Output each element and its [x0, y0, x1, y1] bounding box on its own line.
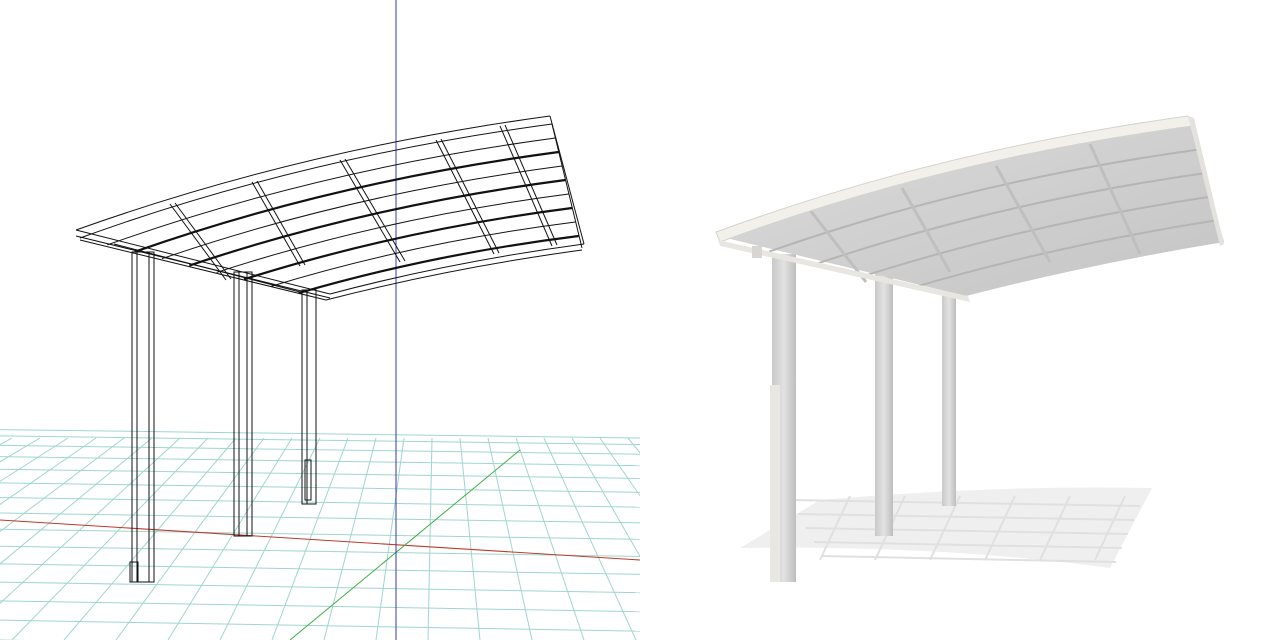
render-post-rear: [942, 290, 956, 506]
render-post-middle: [875, 272, 893, 536]
wireframe-canvas[interactable]: [0, 0, 640, 640]
y-axis-line: [289, 449, 521, 640]
post-front-middle: [233, 271, 253, 537]
grid-line: [459, 437, 481, 640]
ground-grid: [0, 429, 640, 640]
grid-line: [0, 437, 153, 565]
grid-line: [0, 437, 97, 506]
render-canvas[interactable]: [640, 0, 1280, 640]
grid-line: [0, 581, 640, 594]
grid-line: [115, 437, 265, 640]
roof-rafter: [435, 139, 495, 255]
roof-rafter: [499, 125, 553, 247]
roof-rafter: [440, 138, 500, 254]
grid-line: [0, 545, 640, 557]
shaded-render-viewport[interactable]: [640, 0, 1280, 640]
grid-line: [0, 444, 640, 455]
roof-rafter: [504, 124, 558, 246]
wireframe-viewport[interactable]: [0, 0, 640, 640]
grid-line: [63, 437, 237, 640]
grid-line: [323, 437, 377, 640]
grid-line: [375, 437, 405, 640]
roof-rib: [161, 165, 563, 260]
post-front-left: [129, 251, 155, 583]
screenshot-stage: [0, 0, 1280, 640]
grid-line: [427, 437, 433, 640]
grid-line: [0, 528, 640, 540]
post-rear: [301, 289, 317, 505]
grid-line: [0, 563, 640, 575]
grid-line: [0, 497, 640, 508]
grid-line: [0, 456, 640, 467]
roof-rafter: [251, 181, 301, 267]
grid-line: [167, 437, 293, 640]
grid-line: [0, 437, 125, 533]
grid-line: [0, 437, 13, 446]
grid-line: [0, 468, 640, 479]
roof-rib: [134, 150, 559, 253]
grid-line: [0, 619, 640, 632]
carport-wireframe: [75, 115, 585, 583]
grid-line: [11, 437, 209, 640]
roof-rafter: [174, 202, 232, 280]
render-post-front-left-gutter: [770, 385, 780, 582]
grid-line: [0, 437, 69, 483]
roof-rib: [216, 193, 569, 273]
